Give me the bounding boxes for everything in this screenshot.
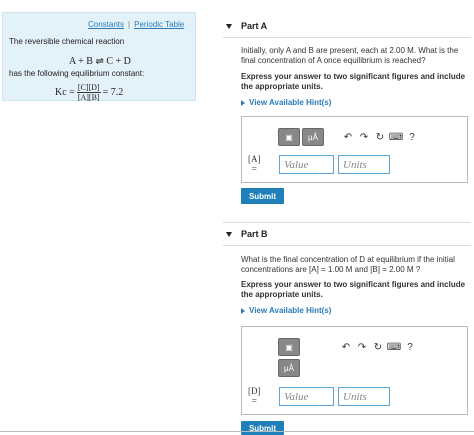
problem-intro: The reversible chemical reaction — [9, 37, 124, 47]
redo-icon[interactable]: ↷ — [356, 129, 372, 145]
part-a-submit-button[interactable]: Submit — [241, 188, 284, 204]
units-button[interactable]: μÅ — [278, 359, 300, 377]
part-b-hint-label: View Available Hint(s) — [249, 306, 332, 315]
constants-link[interactable]: Constants — [88, 20, 124, 29]
help-icon[interactable]: ? — [404, 129, 420, 145]
reference-links: Constants | Periodic Table — [88, 20, 184, 29]
part-b-toolbar-bottom: μÅ — [278, 359, 300, 377]
part-b-title: Part B — [241, 229, 268, 239]
part-a-divider — [223, 37, 471, 38]
part-b-units-input[interactable]: Units — [338, 387, 390, 406]
part-a-hint-label: View Available Hint(s) — [249, 98, 332, 107]
undo-icon[interactable]: ↶ — [338, 339, 354, 355]
intro-line-2: has the following equilibrium constant: — [9, 69, 145, 78]
periodic-table-link[interactable]: Periodic Table — [134, 20, 184, 29]
part-b-header[interactable]: Part B — [226, 229, 268, 239]
part-a-title: Part A — [241, 21, 268, 31]
part-b-divider — [223, 245, 471, 246]
part-b-question: What is the final concentration of D at … — [241, 255, 455, 274]
part-b-hint-toggle[interactable]: View Available Hint(s) — [241, 306, 331, 315]
units-button[interactable]: μÅ — [302, 128, 324, 146]
part-b-top-divider — [223, 222, 471, 223]
part-a-units-input[interactable]: Units — [338, 155, 390, 174]
templates-icon[interactable]: ▣ — [278, 128, 300, 146]
kc-lhs: Kc = — [55, 87, 75, 98]
part-b-instructions: Express your answer to two significant f… — [241, 280, 466, 299]
link-separator: | — [128, 20, 131, 29]
keyboard-icon[interactable]: ⌨ — [386, 339, 402, 355]
part-a-question: Initially, only A and B are present, eac… — [241, 46, 459, 65]
keyboard-icon[interactable]: ⌨ — [388, 129, 404, 145]
kc-denominator: [A][B] — [77, 93, 100, 102]
part-b-var: [D] — [248, 386, 261, 396]
problem-panel: Constants | Periodic Table The reversible … — [2, 12, 196, 102]
collapse-caret-icon — [226, 231, 232, 237]
part-b-toolbar-top: ▣ ↶ ↷ ↻ ⌨ ? — [278, 338, 418, 356]
part-b-variable-label: [D] = — [248, 386, 261, 406]
expand-triangle-icon — [241, 99, 245, 106]
templates-icon[interactable]: ▣ — [278, 338, 300, 356]
kc-expression: Kc = [C][D] [A][B] = 7.2 — [55, 83, 123, 102]
reaction-equation: A + B ⇌ C + D — [69, 56, 131, 67]
part-a-instructions: Express your answer to two significant f… — [241, 72, 466, 91]
expand-triangle-icon — [241, 307, 245, 314]
part-b-submit-button[interactable]: Submit — [241, 421, 284, 435]
part-a-var: [A] — [248, 154, 261, 164]
reset-icon[interactable]: ↻ — [370, 339, 386, 355]
reset-icon[interactable]: ↻ — [372, 129, 388, 145]
page-bottom-divider — [0, 431, 474, 432]
problem-intro-2: has the following equilibrium constant: — [9, 69, 144, 79]
undo-icon[interactable]: ↶ — [340, 129, 356, 145]
part-a-header[interactable]: Part A — [226, 21, 267, 31]
part-a-hint-toggle[interactable]: View Available Hint(s) — [241, 98, 331, 107]
part-b-value-input[interactable]: Value — [279, 387, 334, 406]
part-a-variable-label: [A] = — [248, 154, 261, 174]
help-icon[interactable]: ? — [402, 339, 418, 355]
collapse-caret-icon — [226, 23, 232, 29]
kc-fraction: [C][D] [A][B] — [76, 83, 101, 102]
part-a-eq-sign: = — [251, 164, 257, 174]
redo-icon[interactable]: ↷ — [354, 339, 370, 355]
kc-numerator: [C][D] — [76, 83, 101, 93]
part-b-eq-sign: = — [251, 396, 257, 406]
intro-line-1: The reversible chemical reaction — [9, 37, 125, 46]
part-a-toolbar: ▣ μÅ ↶ ↷ ↻ ⌨ ? — [278, 128, 420, 146]
part-a-value-input[interactable]: Value — [279, 155, 334, 174]
kc-rhs: = 7.2 — [102, 87, 124, 98]
